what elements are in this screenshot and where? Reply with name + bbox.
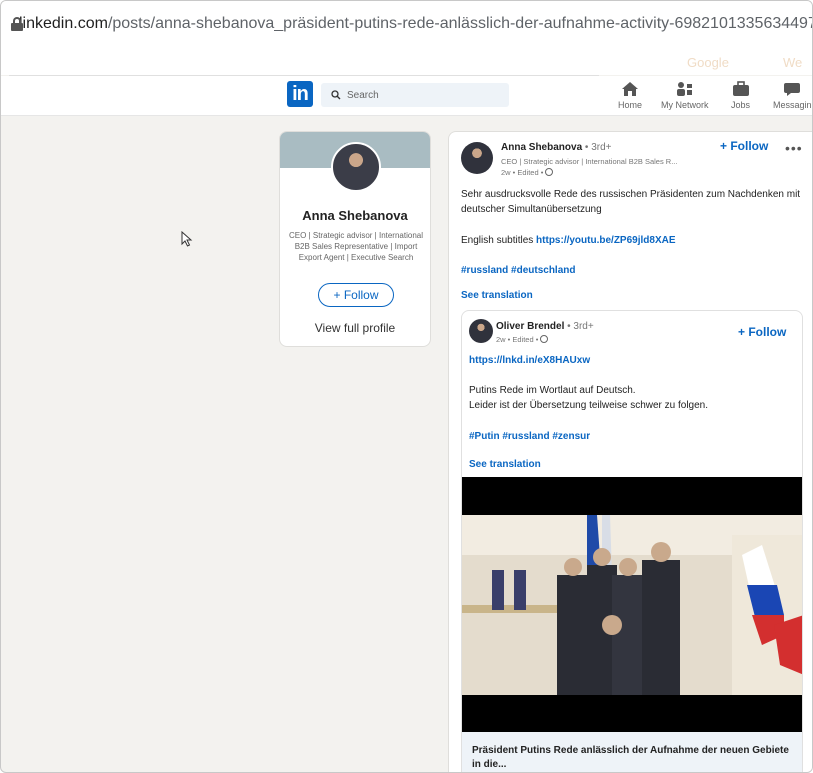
video-thumbnail	[462, 515, 802, 695]
profile-card: Anna Shebanova CEO | Strategic advisor |…	[279, 131, 431, 347]
bookmarks-bar: Google We	[1, 47, 812, 76]
address-bar[interactable]: linkedin.com/posts/anna-shebanova_präsid…	[1, 1, 813, 47]
post-text: Sehr ausdrucksvolle Rede des russischen …	[461, 189, 801, 215]
linkedin-navbar: in Home My Network Jobs Messagin	[1, 76, 812, 116]
more-options-icon[interactable]: •••	[785, 140, 803, 156]
shared-post-link[interactable]: https://lnkd.in/eX8HAUxw	[469, 353, 590, 368]
messaging-icon	[784, 83, 801, 96]
search-input[interactable]	[347, 89, 497, 101]
shared-author[interactable]: Oliver Brendel • 3rd+	[496, 321, 594, 332]
post-subtitles-line: English subtitles https://youtu.be/ZP69j…	[461, 235, 676, 246]
shared-post-meta: 2w • Edited •	[496, 335, 549, 344]
post-hashtags[interactable]: #russland #deutschland	[461, 263, 575, 278]
nav-jobs-label: Jobs	[731, 100, 751, 110]
profile-name[interactable]: Anna Shebanova	[280, 208, 430, 223]
post-author[interactable]: Anna Shebanova • 3rd+	[501, 142, 612, 153]
nav-messaging-label: Messagin	[773, 100, 812, 110]
globe-icon	[540, 335, 549, 343]
view-full-profile-link[interactable]: View full profile	[280, 321, 430, 335]
post-follow-button[interactable]: + Follow	[720, 139, 768, 153]
bookmark-we[interactable]: We	[783, 55, 802, 70]
video-caption[interactable]: Präsident Putins Rede anlässlich der Auf…	[462, 732, 802, 772]
search-icon	[331, 90, 341, 100]
video-player[interactable]	[462, 477, 802, 732]
browser-window: linkedin.com/posts/anna-shebanova_präsid…	[0, 0, 813, 773]
jobs-icon	[732, 81, 749, 96]
shared-post: Oliver Brendel • 3rd+ 2w • Edited • + Fo…	[461, 310, 803, 772]
shared-author-avatar[interactable]	[469, 319, 493, 343]
post-meta: 2w • Edited •	[501, 168, 554, 177]
search-box[interactable]	[321, 83, 509, 107]
shared-post-hashtags[interactable]: #Putin #russland #zensur	[469, 429, 590, 444]
youtube-link[interactable]: https://youtu.be/ZP69jld8XAE	[536, 235, 675, 246]
shared-see-translation-link[interactable]: See translation	[469, 457, 541, 472]
nav-home-label: Home	[618, 100, 643, 110]
url-path: /posts/anna-shebanova_präsident-putins-r…	[107, 15, 813, 32]
nav-jobs[interactable]: Jobs	[731, 80, 750, 110]
shared-follow-button[interactable]: + Follow	[738, 325, 786, 339]
home-icon	[622, 82, 638, 96]
profile-headline: CEO | Strategic advisor | International …	[289, 231, 423, 262]
post-card: Anna Shebanova • 3rd+ CEO | Strategic ad…	[448, 131, 812, 772]
bookmark-google[interactable]: Google	[687, 55, 729, 70]
nav-messaging[interactable]: Messagin	[773, 80, 812, 110]
linkedin-logo[interactable]: in	[287, 81, 313, 107]
post-author-avatar[interactable]	[461, 142, 493, 174]
shared-post-text-line-2: Leider ist der Übersetzung teilweise sch…	[469, 400, 709, 411]
globe-icon	[545, 168, 554, 176]
shared-author-degree: • 3rd+	[564, 321, 594, 332]
network-icon	[676, 82, 692, 96]
avatar[interactable]	[331, 142, 381, 192]
nav-home[interactable]: Home	[618, 80, 642, 110]
follow-button[interactable]: + Follow	[318, 283, 394, 307]
post-author-degree: • 3rd+	[582, 142, 612, 153]
post-author-headline: CEO | Strategic advisor | International …	[501, 157, 678, 166]
nav-my-network-label: My Network	[661, 100, 709, 110]
mouse-cursor-icon	[181, 231, 193, 247]
see-translation-link[interactable]: See translation	[461, 288, 533, 303]
url-host: linkedin.com	[19, 15, 108, 32]
nav-my-network[interactable]: My Network	[661, 80, 709, 110]
shared-post-text-line-1: Putins Rede im Wortlaut auf Deutsch.	[469, 385, 636, 396]
